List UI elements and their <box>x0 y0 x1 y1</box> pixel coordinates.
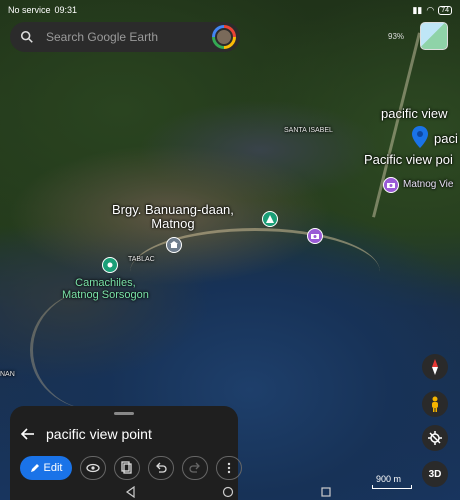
wifi-icon: ◠ <box>426 4 435 15</box>
label-matnog-view[interactable]: Matnog Vie <box>403 179 453 190</box>
undo-button[interactable] <box>148 456 174 480</box>
pegman-icon <box>432 396 438 412</box>
label-nan: NAN <box>0 371 15 378</box>
street-view-button[interactable] <box>422 391 448 417</box>
redo-button[interactable] <box>182 456 208 480</box>
sheet-drag-handle[interactable] <box>114 412 134 415</box>
sheet-actions: Edit <box>20 456 242 480</box>
scale-label: 900 m <box>376 474 402 484</box>
camera-poi-icon[interactable] <box>383 177 399 193</box>
park-poi-icon[interactable] <box>262 211 278 227</box>
compass-needle-icon <box>432 359 438 375</box>
carrier-text: No service <box>8 5 51 15</box>
eye-icon <box>86 463 100 473</box>
map-layers-button[interactable] <box>420 22 448 50</box>
place-title: pacific view point <box>46 426 152 442</box>
search-placeholder: Search Google Earth <box>46 30 159 44</box>
back-arrow-icon[interactable] <box>20 426 36 442</box>
location-off-icon <box>428 431 442 445</box>
my-location-button[interactable] <box>422 425 448 451</box>
clock: 09:31 <box>54 5 78 15</box>
label-camachiles[interactable]: Camachiles, Matnog Sorsogon <box>62 277 149 301</box>
label-tablac: TABLAC <box>128 256 155 263</box>
account-avatar[interactable] <box>212 25 236 49</box>
edit-button[interactable]: Edit <box>20 456 72 480</box>
more-options-button[interactable] <box>216 456 242 480</box>
edit-label: Edit <box>43 462 63 474</box>
signal-icon: ▮▮ <box>412 4 423 15</box>
label-camachiles-line2: Matnog Sorsogon <box>62 289 149 301</box>
back-nav-icon[interactable] <box>125 486 137 498</box>
label-pacific-view[interactable]: pacific view <box>381 106 447 121</box>
camera-poi-icon-2[interactable] <box>307 228 323 244</box>
compass-button[interactable] <box>422 354 448 380</box>
redo-icon <box>189 462 200 473</box>
label-pacific-view-clipped[interactable]: paci <box>434 131 458 146</box>
label-banuang-line1: Brgy. Banuang-daan, <box>112 202 234 217</box>
label-banuang-daan[interactable]: Brgy. Banuang-daan, Matnog <box>112 203 234 231</box>
coastline-west <box>30 290 140 410</box>
undo-icon <box>156 462 167 473</box>
search-icon <box>20 30 33 43</box>
status-bar: No service 09:31 ▮▮ ◠ 74 <box>0 0 460 20</box>
label-banuang-line2: Matnog <box>151 216 195 231</box>
visibility-button[interactable] <box>80 456 106 480</box>
system-nav-bar <box>0 484 460 500</box>
more-vertical-icon <box>227 462 231 474</box>
copy-icon <box>121 461 132 474</box>
copy-button[interactable] <box>114 456 140 480</box>
government-building-icon[interactable] <box>166 237 182 253</box>
battery-indicator: 74 <box>438 5 452 15</box>
compass-readout: 93% <box>388 32 405 41</box>
label-camachiles-line1: Camachiles, <box>75 277 136 289</box>
search-bar[interactable]: Search Google Earth <box>10 22 240 52</box>
place-poi-icon[interactable] <box>102 257 118 273</box>
recents-nav-icon[interactable] <box>320 486 332 498</box>
selected-location-pin[interactable] <box>412 126 428 148</box>
home-nav-icon[interactable] <box>222 486 234 498</box>
label-santa-isabel: SANTA ISABEL <box>284 127 333 134</box>
label-pacific-view-point[interactable]: Pacific view poi <box>364 152 453 167</box>
pencil-icon <box>30 464 39 472</box>
